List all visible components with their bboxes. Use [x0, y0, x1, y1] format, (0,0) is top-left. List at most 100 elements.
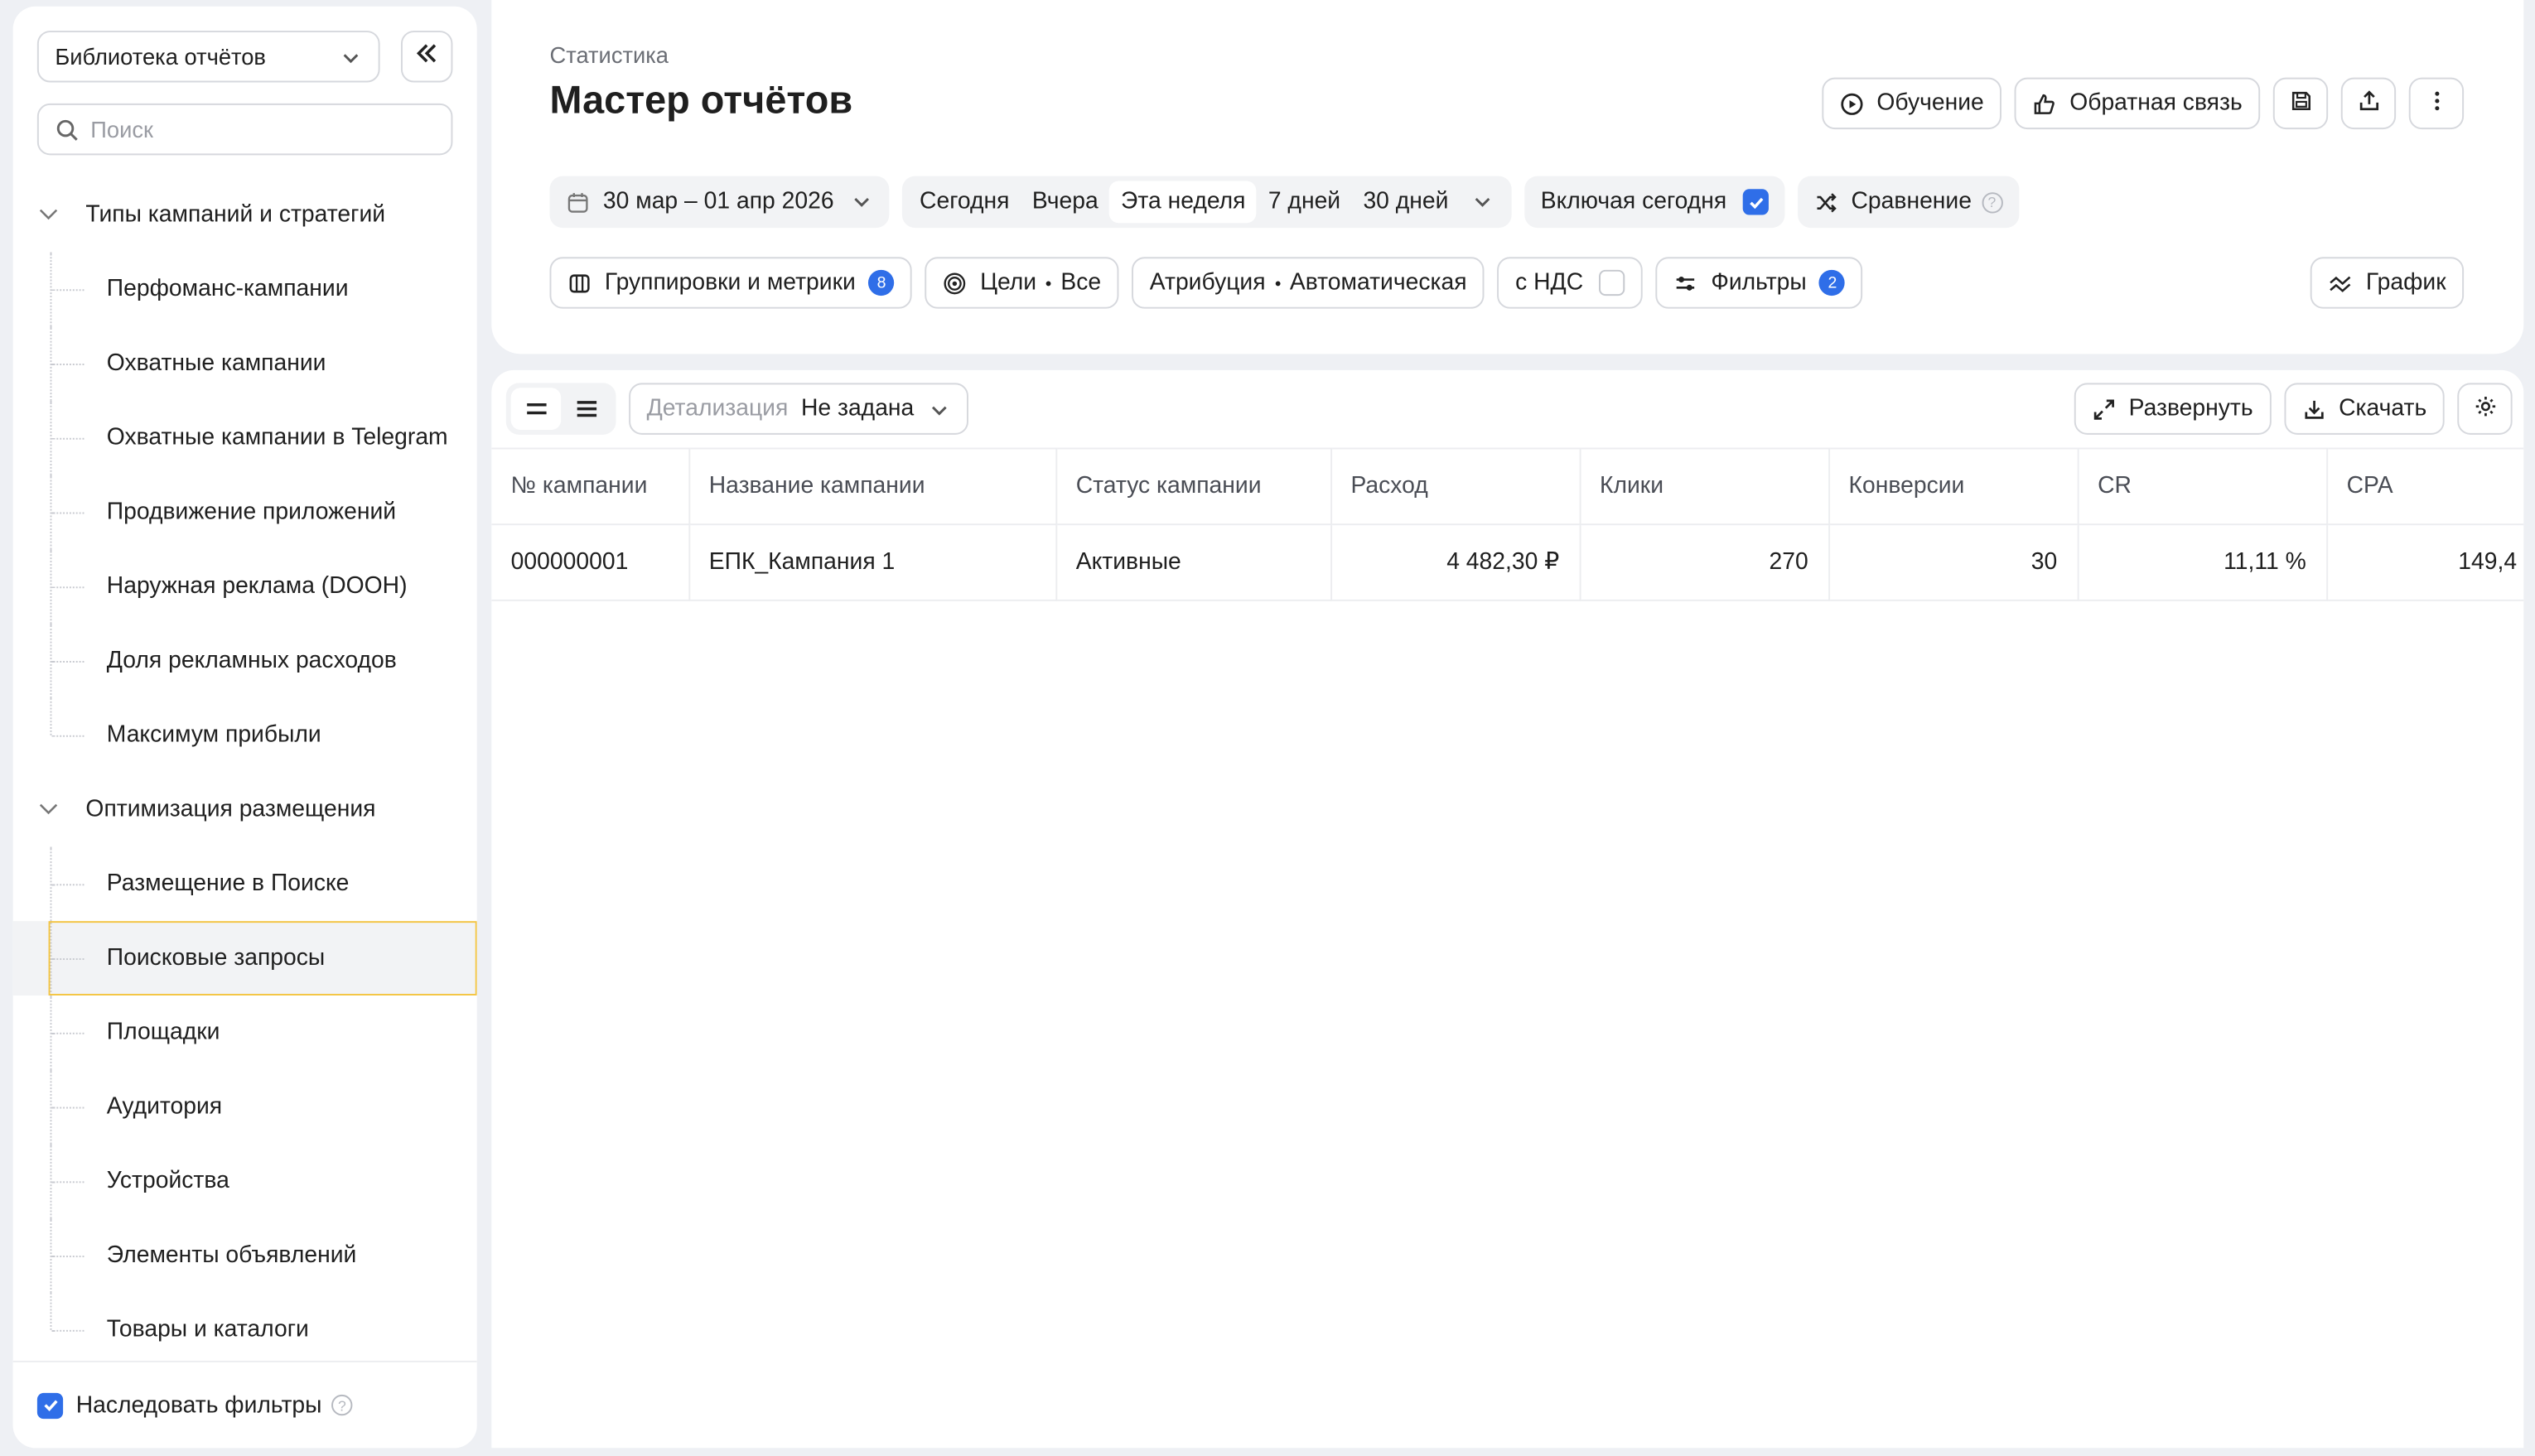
date-range-picker[interactable]: 30 мар – 01 апр 2026	[549, 176, 889, 229]
tree-item-search-queries[interactable]: Поисковые запросы	[12, 921, 477, 996]
tree-item-label: Доля рекламных расходов	[106, 648, 397, 674]
column-header[interactable]: Статус кампании	[1055, 447, 1332, 526]
table-settings-button[interactable]	[2457, 383, 2513, 435]
tree-item-devices[interactable]: Устройства	[13, 1144, 477, 1219]
calendar-icon	[566, 190, 590, 214]
attribution-label: Атрибуция	[1149, 269, 1266, 297]
expand-icon	[2092, 397, 2116, 421]
table-header-row: № кампании Название кампании Статус камп…	[491, 447, 2524, 526]
sidebar-search	[36, 103, 453, 156]
include-today-toggle[interactable]: Включая сегодня	[1524, 176, 1785, 229]
thumbs-up-icon	[2032, 91, 2056, 115]
attribution-button[interactable]: Атрибуция Автоматическая	[1132, 257, 1485, 309]
column-header[interactable]: Расход	[1330, 447, 1581, 526]
expand-label: Развернуть	[2128, 396, 2253, 422]
vat-checkbox[interactable]	[1599, 269, 1625, 297]
report-table: № кампании Название кампании Статус камп…	[491, 447, 2524, 601]
groupings-metrics-button[interactable]: Группировки и метрики 8	[549, 257, 913, 309]
compare-toggle[interactable]: Сравнение ?	[1798, 176, 2019, 229]
tree-item-performance[interactable]: Перфоманс-кампании	[13, 252, 477, 327]
table-cell: 270	[1579, 523, 1830, 601]
help-icon[interactable]: ?	[331, 1394, 353, 1416]
column-header[interactable]: CR	[2077, 447, 2328, 526]
column-header[interactable]: Название кампании	[688, 447, 1057, 526]
list-rows-icon	[576, 401, 596, 417]
tree-item-label: Размещение в Поиске	[106, 870, 350, 897]
tree-group-label: Оптимизация размещения	[85, 796, 376, 823]
density-compact-button[interactable]	[510, 388, 562, 431]
header-actions: Обучение Обратная связь	[1822, 77, 2465, 130]
report-tree: Типы кампаний и стратегий Перфоманс-камп…	[12, 178, 477, 1367]
tree-item-label: Поисковые запросы	[106, 945, 326, 971]
vat-toggle[interactable]: с НДС	[1497, 257, 1644, 309]
preset-this-week[interactable]: Эта неделя	[1109, 181, 1258, 224]
column-header[interactable]: Клики	[1579, 447, 1830, 526]
density-regular-button[interactable]	[561, 388, 611, 430]
tree-item-app-promotion[interactable]: Продвижение приложений	[13, 475, 477, 550]
chevron-down-icon	[928, 399, 950, 428]
goals-button[interactable]: Цели Все	[925, 257, 1119, 309]
tree-item-reach[interactable]: Охватные кампании	[13, 326, 477, 401]
preset-today[interactable]: Сегодня	[908, 176, 1021, 228]
column-header[interactable]: № кампании	[491, 447, 690, 526]
report-library-sidebar: Библиотека отчётов Типы кампаний и страт…	[12, 6, 477, 1449]
save-button[interactable]	[2272, 77, 2329, 130]
feedback-button[interactable]: Обратная связь	[2014, 77, 2261, 130]
download-icon	[2301, 397, 2325, 421]
report-actions: Развернуть Скачать	[2074, 383, 2513, 435]
sidebar-footer: Наследовать фильтры ?	[12, 1360, 477, 1449]
preset-7-days[interactable]: 7 дней	[1257, 176, 1352, 228]
search-input[interactable]	[90, 116, 451, 142]
preset-yesterday[interactable]: Вчера	[1021, 176, 1109, 228]
tree-item-products-catalogs[interactable]: Товары и каталоги	[13, 1292, 477, 1367]
tree-item-dooh[interactable]: Наружная реклама (DOOH)	[13, 549, 477, 624]
table-cell: ЕПК_Кампания 1	[688, 523, 1057, 601]
shuffle-icon	[1814, 190, 1838, 214]
library-select[interactable]: Библиотека отчётов	[36, 31, 380, 83]
help-icon[interactable]: ?	[1981, 191, 2003, 213]
tree-item-label: Аудитория	[106, 1093, 223, 1121]
collapse-sidebar-button[interactable]	[400, 31, 453, 83]
tree-group-placement-optimization[interactable]: Оптимизация размещения	[13, 773, 477, 847]
breadcrumb[interactable]: Статистика	[550, 42, 669, 68]
line-chart-icon	[2329, 271, 2353, 295]
tree-item-reach-telegram[interactable]: Охватные кампании в Telegram	[13, 400, 477, 475]
tree-group-campaign-types[interactable]: Типы кампаний и стратегий	[13, 178, 477, 253]
period-controls: 30 мар – 01 апр 2026 Сегодня Вчера Эта н…	[549, 176, 2019, 229]
gear-icon	[2473, 393, 2497, 424]
table-row[interactable]: 000000001 ЕПК_Кампания 1 Активные 4 482,…	[491, 523, 2524, 601]
tree-item-search-placement[interactable]: Размещение в Поиске	[13, 846, 477, 922]
share-button[interactable]	[2340, 77, 2397, 130]
detail-select[interactable]: Детализация Не задана	[629, 383, 968, 435]
sliders-icon	[1673, 271, 1697, 295]
tree-item-max-profit[interactable]: Максимум прибыли	[13, 697, 477, 773]
page-title: Мастер отчётов	[549, 79, 853, 123]
learning-label: Обучение	[1876, 90, 1984, 117]
column-header[interactable]: CPA	[2326, 447, 2524, 526]
more-button[interactable]	[2408, 77, 2465, 130]
preset-30-days[interactable]: 30 дней	[1352, 176, 1460, 228]
play-circle-icon	[1840, 91, 1864, 115]
include-today-checkbox[interactable]	[1742, 189, 1769, 215]
learning-button[interactable]: Обучение	[1822, 77, 2002, 130]
date-range-value: 30 мар – 01 апр 2026	[602, 189, 834, 215]
tree-item-label: Площадки	[106, 1020, 220, 1046]
column-header[interactable]: Конверсии	[1828, 447, 2079, 526]
expand-button[interactable]: Развернуть	[2074, 383, 2272, 435]
table-cell: 30	[1828, 523, 2079, 601]
include-today-label: Включая сегодня	[1540, 189, 1727, 215]
presets-more[interactable]	[1460, 176, 1505, 228]
double-chevron-left-icon	[414, 40, 440, 74]
goals-label: Цели	[980, 269, 1037, 297]
tree-group-label: Типы кампаний и стратегий	[85, 201, 386, 229]
download-button[interactable]: Скачать	[2283, 383, 2445, 435]
graph-button[interactable]: График	[2310, 257, 2465, 309]
chevron-down-icon	[340, 47, 362, 75]
tree-item-sites[interactable]: Площадки	[13, 995, 477, 1070]
tree-item-audience[interactable]: Аудитория	[13, 1069, 477, 1145]
tree-item-ad-elements[interactable]: Элементы объявлений	[13, 1218, 477, 1293]
groupings-label: Группировки и метрики	[604, 269, 856, 297]
tree-item-ad-spend-share[interactable]: Доля рекламных расходов	[13, 624, 477, 698]
inherit-filters-checkbox[interactable]	[36, 1391, 64, 1419]
filters-button[interactable]: Фильтры 2	[1655, 257, 1864, 309]
